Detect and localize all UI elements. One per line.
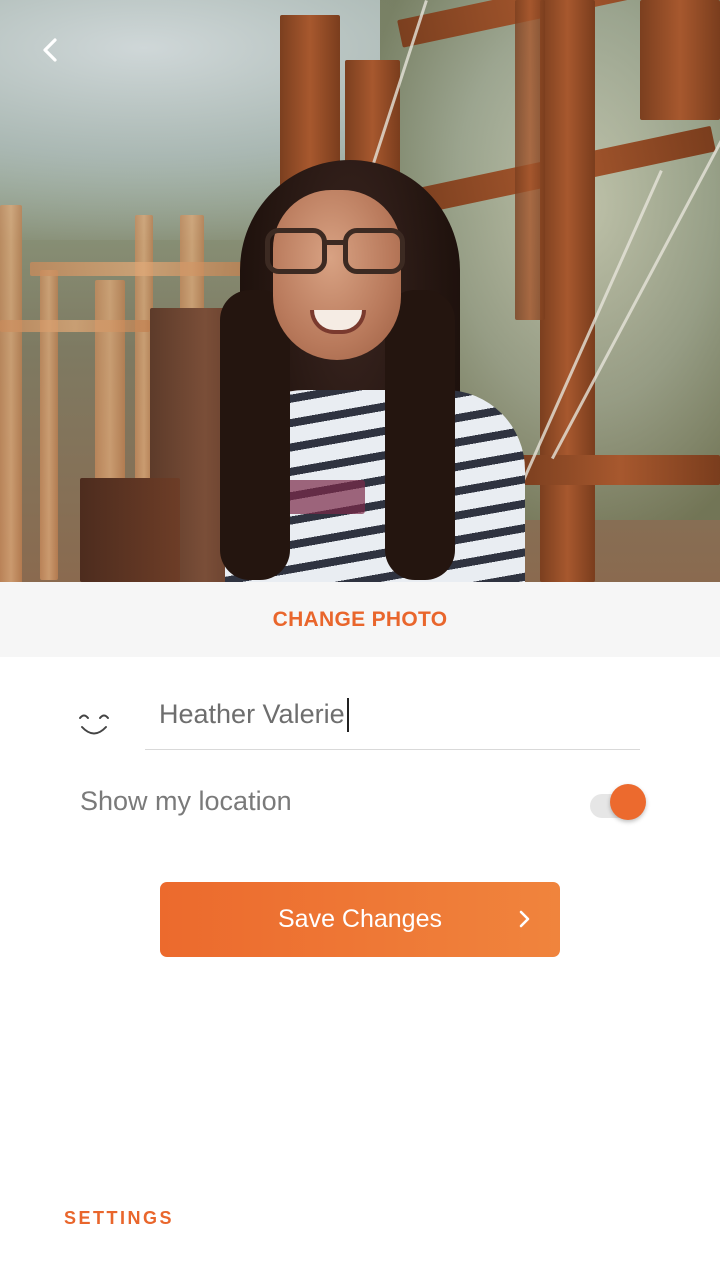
chevron-left-icon — [43, 38, 57, 62]
photo-glasses — [265, 228, 411, 276]
photo-beam — [0, 205, 22, 582]
photo-person — [215, 150, 535, 582]
profile-photo — [0, 0, 720, 582]
toggle-knob — [610, 784, 646, 820]
name-field-value: Heather Valerie — [159, 699, 345, 729]
location-label: Show my location — [80, 786, 292, 816]
photo-post — [80, 478, 180, 582]
change-photo-bar: CHANGE PHOTO — [0, 582, 720, 657]
text-caret — [346, 697, 349, 732]
save-changes-button[interactable]: Save Changes — [160, 882, 560, 957]
name-row: Heather Valerie — [0, 680, 720, 752]
change-photo-button[interactable]: CHANGE PHOTO — [273, 608, 448, 632]
smile-icon — [79, 714, 109, 735]
photo-hair — [385, 290, 455, 580]
save-changes-label: Save Changes — [277, 905, 442, 933]
photo-beam — [0, 320, 150, 332]
location-toggle[interactable] — [590, 784, 648, 820]
chevron-right-icon — [519, 910, 530, 928]
photo-beam — [40, 270, 58, 580]
photo-beam — [520, 455, 720, 485]
name-field[interactable]: Heather Valerie — [145, 680, 640, 750]
back-button[interactable] — [30, 30, 70, 70]
photo-hair — [220, 290, 290, 580]
photo-post — [540, 0, 595, 582]
photo-beam — [640, 0, 720, 120]
location-row: Show my location — [0, 770, 720, 834]
settings-link[interactable]: SETTINGS — [64, 1208, 174, 1229]
